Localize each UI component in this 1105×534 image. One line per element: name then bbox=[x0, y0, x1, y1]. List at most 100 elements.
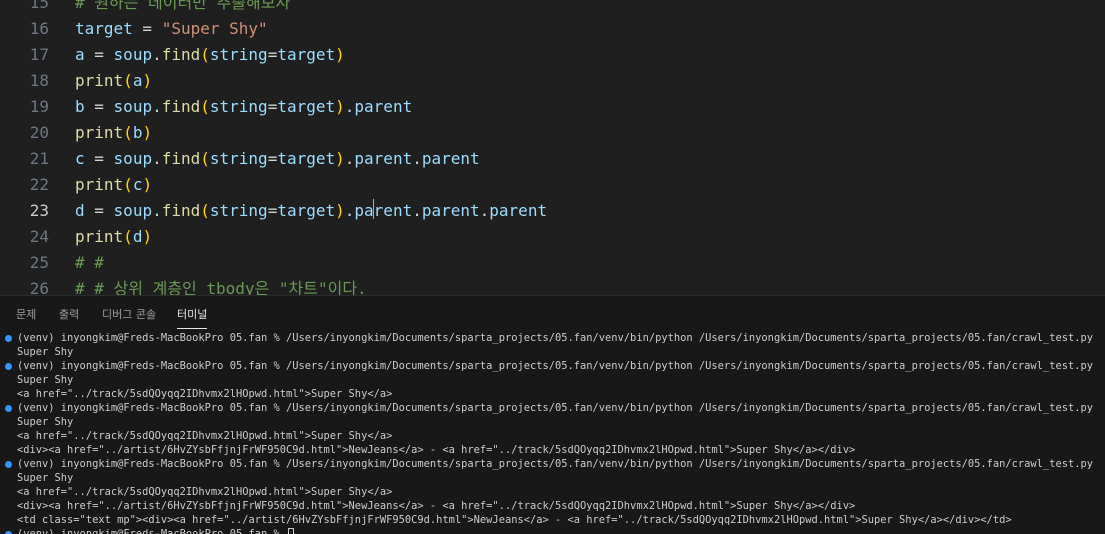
code-token: ( bbox=[123, 71, 133, 90]
code-line[interactable]: 22 print(c) bbox=[0, 172, 1105, 198]
code-text[interactable]: print(d) bbox=[75, 224, 152, 250]
code-line[interactable]: 26 # # 상위 계층인 tbody은 "차트"이다. bbox=[0, 276, 1105, 295]
code-token: parent bbox=[354, 97, 413, 116]
code-line[interactable]: 20 print(b) bbox=[0, 120, 1105, 146]
line-number: 21 bbox=[29, 149, 49, 168]
code-token: ) bbox=[335, 149, 345, 168]
terminal-output[interactable]: (venv) inyongkim@Freds-MacBookPro 05.fan… bbox=[0, 331, 1105, 534]
terminal-line-text: Super Shy bbox=[17, 346, 74, 358]
code-token: = bbox=[267, 45, 278, 64]
terminal-line: <a href="../track/5sdQOyqq2IDhvmx2lHOpwd… bbox=[0, 387, 1105, 401]
code-token: = bbox=[84, 201, 114, 220]
terminal-line: (venv) inyongkim@Freds-MacBookPro 05.fan… bbox=[0, 331, 1105, 345]
panel-tabs: 문제 출력 디버그 콘솔 터미널 bbox=[0, 296, 1105, 330]
code-text[interactable]: print(a) bbox=[75, 68, 152, 94]
terminal-line: <td class="text mp"><div><a href="../art… bbox=[0, 513, 1105, 527]
code-text[interactable]: d = soup.find(string=target).parent.pare… bbox=[75, 198, 547, 224]
code-token: ( bbox=[123, 227, 133, 246]
code-line[interactable]: 21 c = soup.find(string=target).parent.pa… bbox=[0, 146, 1105, 172]
code-token: . bbox=[412, 201, 422, 220]
terminal-line-text: <a href="../track/5sdQOyqq2IDhvmx2lHOpwd… bbox=[17, 430, 393, 442]
code-token: = bbox=[84, 97, 114, 116]
code-text[interactable]: c = soup.find(string=target).parent.pare… bbox=[75, 146, 480, 172]
code-token: ) bbox=[335, 45, 345, 64]
terminal-text: Super Shy bbox=[17, 415, 73, 429]
terminal-text: (venv) inyongkim@Freds-MacBookPro 05.fan… bbox=[17, 331, 1093, 345]
code-token: = bbox=[84, 149, 114, 168]
code-token: = bbox=[267, 149, 278, 168]
terminal-line-text: <a href="../track/5sdQOyqq2IDhvmx2lHOpwd… bbox=[17, 388, 393, 400]
code-token: = bbox=[267, 97, 278, 116]
code-token: parent bbox=[489, 201, 548, 220]
line-number: 15 bbox=[29, 0, 49, 12]
code-token: a bbox=[132, 71, 143, 90]
terminal-line-text: (venv) inyongkim@Freds-MacBookPro 05.fan… bbox=[17, 360, 1093, 372]
terminal-line-text: (venv) inyongkim@Freds-MacBookPro 05.fan… bbox=[17, 402, 1093, 414]
code-text[interactable]: # # 상위 계층인 tbody은 "차트"이다. bbox=[75, 276, 367, 295]
code-line[interactable]: 25 # # bbox=[0, 250, 1105, 276]
tab-terminal[interactable]: 터미널 bbox=[177, 306, 208, 329]
code-token: target bbox=[277, 149, 336, 168]
line-number: 23 bbox=[29, 201, 49, 220]
terminal-text: Super Shy bbox=[17, 373, 73, 387]
code-text[interactable]: a = soup.find(string=target) bbox=[75, 42, 345, 68]
line-number: 26 bbox=[29, 279, 49, 295]
terminal-line-text: <td class="text mp"><div><a href="../art… bbox=[17, 514, 1012, 526]
terminal-line-text: Super Shy bbox=[17, 374, 74, 386]
code-token: ) bbox=[335, 201, 345, 220]
line-number: 20 bbox=[29, 123, 49, 142]
code-token: target bbox=[277, 45, 336, 64]
code-text[interactable]: # 원하는 데이터만 추출해보자 bbox=[75, 0, 290, 16]
command-decoration-icon[interactable] bbox=[5, 461, 12, 468]
code-token: ) bbox=[142, 175, 153, 194]
code-token: soup bbox=[113, 201, 153, 220]
line-number: 25 bbox=[29, 253, 49, 272]
code-token: ( bbox=[123, 123, 133, 142]
terminal-line-text: (venv) inyongkim@Freds-MacBookPro 05.fan… bbox=[17, 458, 1093, 470]
terminal-text: (venv) inyongkim@Freds-MacBookPro 05.fan… bbox=[17, 359, 1093, 373]
tab-problems[interactable]: 문제 bbox=[16, 306, 36, 322]
code-token: # 원하는 데이터만 추출해보자 bbox=[75, 0, 291, 12]
terminal-line: <div><a href="../artist/6HvZYsbFfjnjFrWF… bbox=[0, 499, 1105, 513]
terminal-line: <a href="../track/5sdQOyqq2IDhvmx2lHOpwd… bbox=[0, 429, 1105, 443]
code-line[interactable]: 23 d = soup.find(string=target).parent.pa… bbox=[0, 198, 1105, 224]
terminal-text: <a href="../track/5sdQOyqq2IDhvmx2lHOpwd… bbox=[17, 429, 392, 443]
code-token: string bbox=[209, 97, 268, 116]
code-token: ( bbox=[200, 149, 210, 168]
code-token: ( bbox=[200, 201, 210, 220]
terminal-text: <a href="../track/5sdQOyqq2IDhvmx2lHOpwd… bbox=[17, 485, 392, 499]
command-decoration-icon[interactable] bbox=[5, 335, 12, 342]
code-token: ( bbox=[123, 175, 133, 194]
code-line[interactable]: 17 a = soup.find(string=target) bbox=[0, 42, 1105, 68]
terminal-line: (venv) inyongkim@Freds-MacBookPro 05.fan… bbox=[0, 401, 1105, 415]
code-editor[interactable]: 15 # 원하는 데이터만 추출해보자 16 target = "Super Shy"… bbox=[0, 0, 1105, 295]
line-number: 19 bbox=[29, 97, 49, 116]
terminal-line-text: (venv) inyongkim@Freds-MacBookPro 05.fan… bbox=[17, 528, 286, 534]
code-text[interactable]: print(b) bbox=[75, 120, 152, 146]
code-line[interactable]: 16 target = "Super Shy" bbox=[0, 16, 1105, 42]
code-line[interactable]: 19 b = soup.find(string=target).parent bbox=[0, 94, 1105, 120]
terminal-line: (venv) inyongkim@Freds-MacBookPro 05.fan… bbox=[0, 457, 1105, 471]
code-token: soup bbox=[113, 45, 153, 64]
command-decoration-icon[interactable] bbox=[5, 405, 12, 412]
code-text[interactable]: target = "Super Shy" bbox=[75, 16, 268, 42]
command-decoration-icon[interactable] bbox=[5, 363, 12, 370]
code-token: a bbox=[75, 45, 85, 64]
tab-debug-console[interactable]: 디버그 콘솔 bbox=[102, 306, 156, 322]
code-text[interactable]: b = soup.find(string=target).parent bbox=[75, 94, 412, 120]
code-text[interactable]: print(c) bbox=[75, 172, 152, 198]
code-token: . bbox=[344, 149, 355, 168]
code-token: find bbox=[161, 201, 201, 220]
line-number: 18 bbox=[29, 71, 49, 90]
code-line[interactable]: 15 # 원하는 데이터만 추출해보자 bbox=[0, 0, 1105, 16]
code-token: rent bbox=[373, 201, 413, 220]
tab-output[interactable]: 출력 bbox=[59, 306, 79, 322]
code-line[interactable]: 24 print(d) bbox=[0, 224, 1105, 250]
code-token: soup bbox=[113, 149, 153, 168]
code-text[interactable]: # # bbox=[75, 250, 104, 276]
terminal-text: Super Shy bbox=[17, 471, 73, 485]
code-line[interactable]: 18 print(a) bbox=[0, 68, 1105, 94]
line-number: 22 bbox=[29, 175, 49, 194]
code-token: . bbox=[344, 201, 355, 220]
code-token: . bbox=[152, 97, 162, 116]
